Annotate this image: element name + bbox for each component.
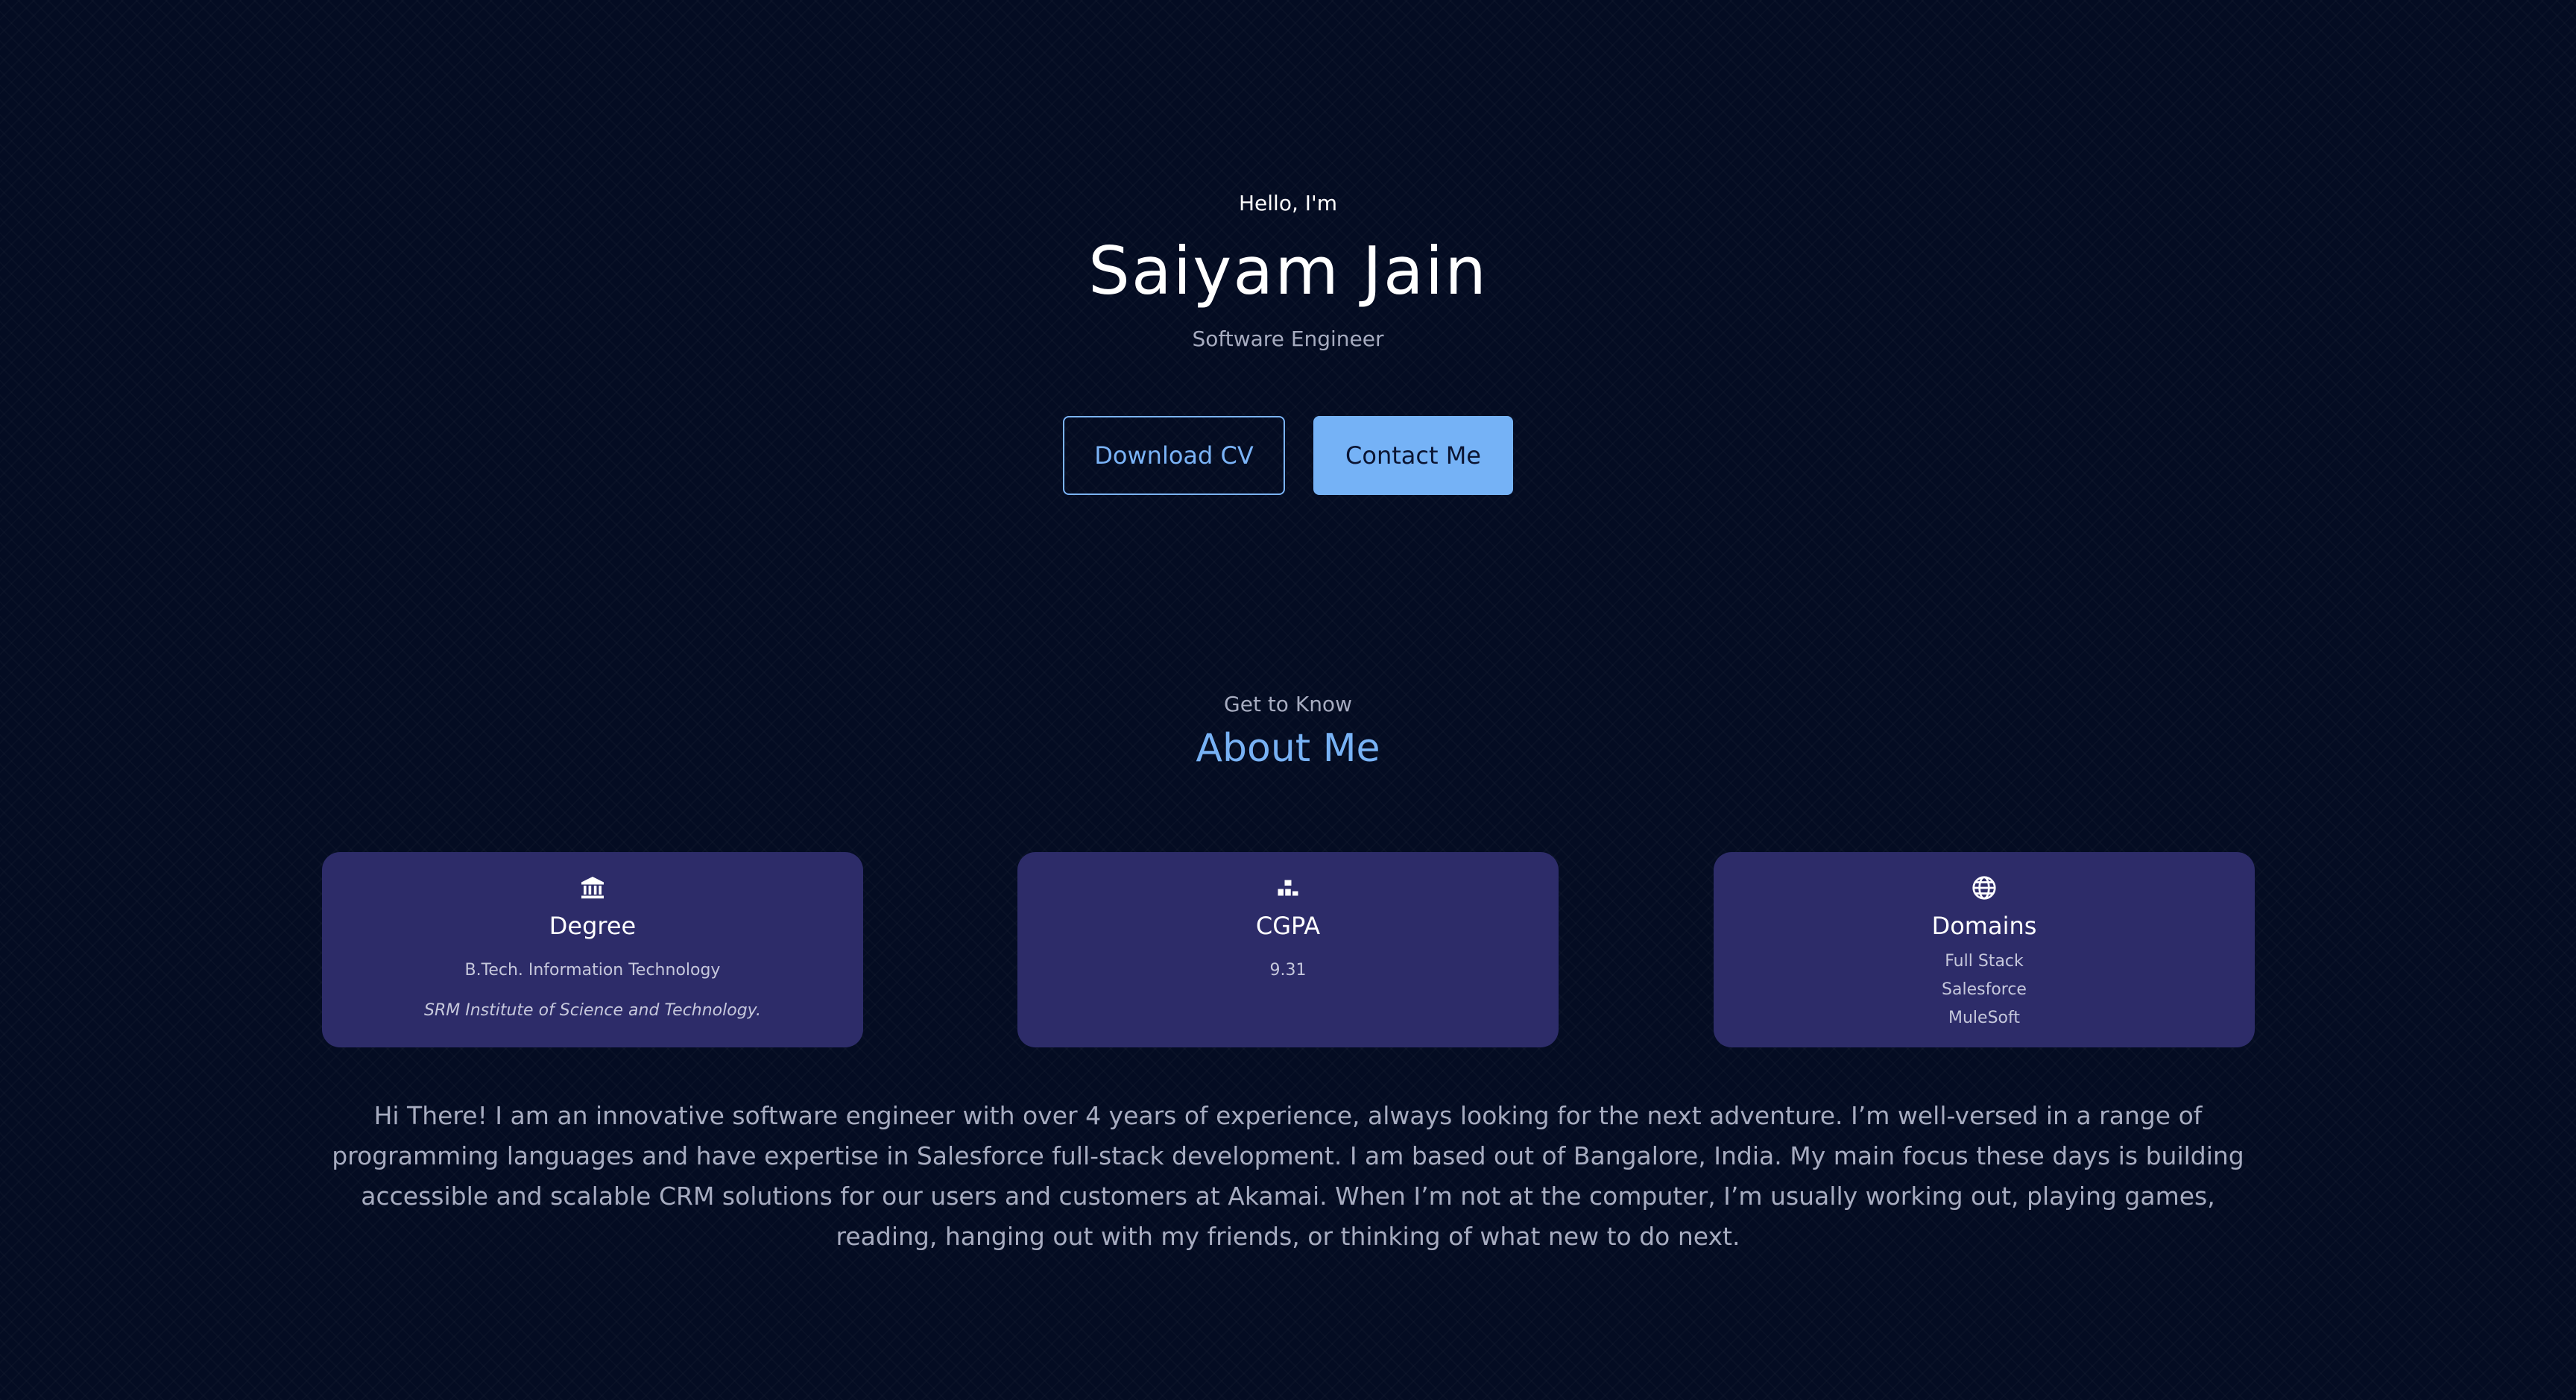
domain-item: Full Stack: [1945, 952, 2024, 971]
degree-card-title: Degree: [549, 912, 637, 940]
hero-role: Software Engineer: [1192, 327, 1384, 351]
podium-icon: [1017, 874, 1559, 904]
degree-institution: SRM Institute of Science and Technology.: [424, 1001, 761, 1020]
domains-card-title: Domains: [1931, 912, 2037, 940]
cgpa-card: CGPA 9.31: [1017, 852, 1559, 1047]
about-eyebrow: Get to Know: [1224, 692, 1352, 716]
about-bio: Hi There! I am an innovative software en…: [332, 1101, 2244, 1251]
about-title: About Me: [1196, 726, 1380, 771]
degree-card: Degree B.Tech. Information Technology SR…: [322, 852, 863, 1047]
download-cv-button[interactable]: Download CV: [1063, 416, 1285, 495]
degree-name: B.Tech. Information Technology: [464, 961, 721, 980]
domain-item: MuleSoft: [1948, 1009, 2020, 1027]
domains-card: Domains Full Stack Salesforce MuleSoft: [1714, 852, 2255, 1047]
cgpa-value: 9.31: [1269, 961, 1307, 980]
institution-icon: [322, 874, 863, 904]
hero-greeting: Hello, I'm: [1238, 191, 1337, 215]
degree-card-details: B.Tech. Information Technology SRM Insti…: [322, 956, 863, 1025]
contact-me-button[interactable]: Contact Me: [1313, 416, 1513, 495]
globe-icon: [1714, 874, 2255, 904]
domains-list: Full Stack Salesforce MuleSoft: [1714, 947, 2255, 1032]
cgpa-card-details: 9.31: [1017, 956, 1559, 985]
hero-actions: Download CV Contact Me: [0, 416, 2576, 495]
domain-item: Salesforce: [1942, 980, 2027, 999]
hero-name: Saiyam Jain: [1087, 233, 1489, 309]
cgpa-card-title: CGPA: [1255, 912, 1321, 940]
